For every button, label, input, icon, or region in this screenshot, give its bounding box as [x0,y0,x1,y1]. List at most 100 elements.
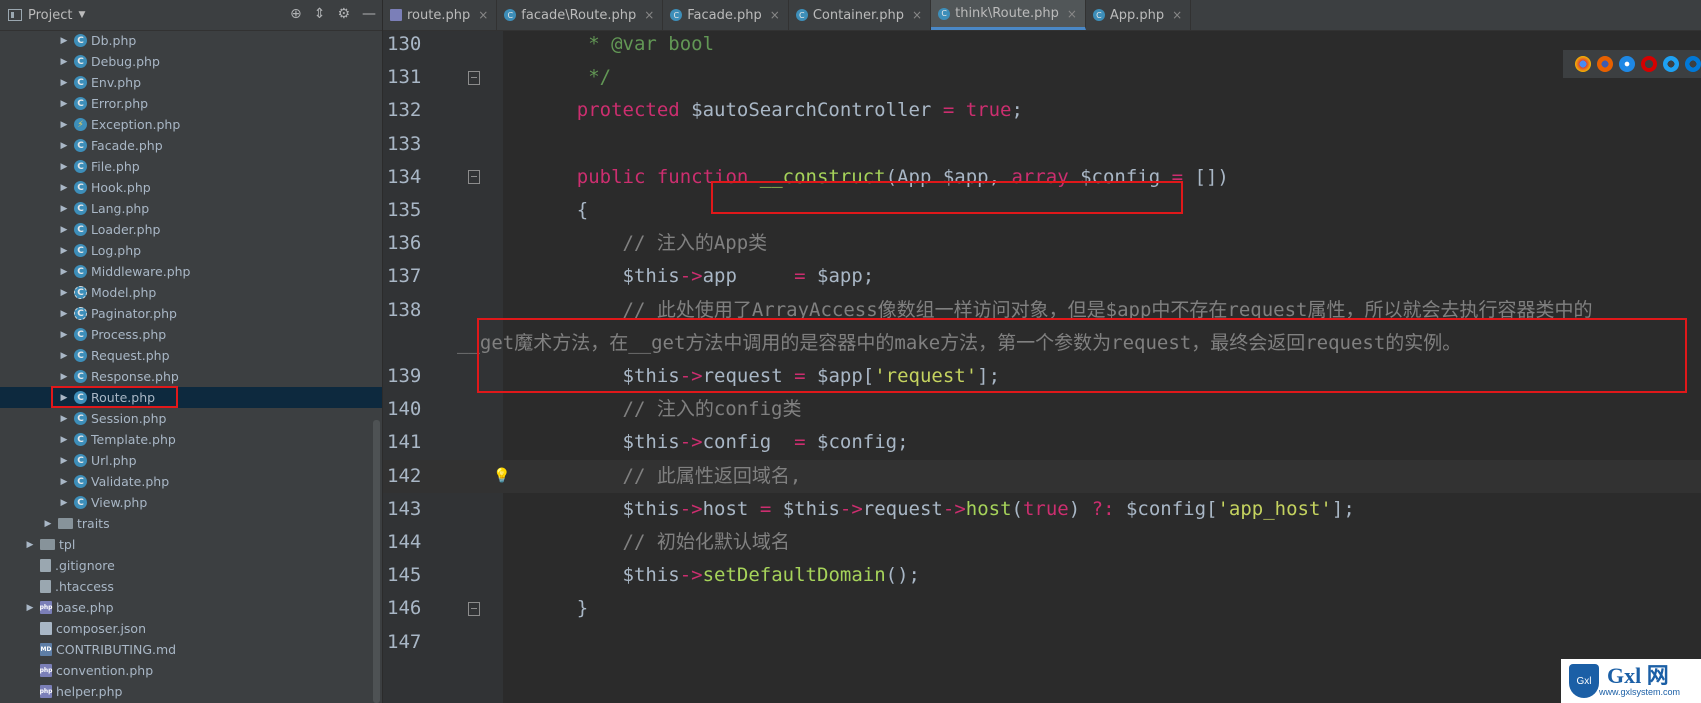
expand-arrow-icon[interactable]: ▶ [58,78,70,88]
chevron-down-icon[interactable]: ▼ [78,10,85,20]
code-line[interactable]: 136 // 注入的App类 [383,227,1701,260]
tree-item[interactable]: ▶ C Response.php [0,366,382,387]
expand-arrow-icon[interactable]: ▶ [24,540,36,550]
project-title[interactable]: Project [28,8,72,23]
expand-arrow-icon[interactable]: ▶ [58,36,70,46]
expand-arrow-icon[interactable]: ▶ [24,603,36,613]
code-line[interactable]: 143 $this->host = $this->request->host(t… [383,493,1701,526]
close-icon[interactable]: × [1172,8,1182,22]
lightbulb-icon[interactable]: 💡 [493,460,510,493]
code-line[interactable]: 138 // 此处使用了ArrayAccess像数组一样访问对象，但是$app中… [383,294,1701,327]
tree-item[interactable]: ▶ C Middleware.php [0,261,382,282]
tree-item[interactable]: ▶ C Db.php [0,30,382,51]
expand-arrow-icon[interactable]: ▶ [58,141,70,151]
editor-tab[interactable]: C Container.php × [789,0,932,30]
tree-item[interactable]: ▶ C Env.php [0,72,382,93]
tree-item[interactable]: ▶ C Log.php [0,240,382,261]
tree-item[interactable]: ▶ tpl [0,534,382,555]
tree-item[interactable]: ▶ C File.php [0,156,382,177]
tree-item[interactable]: ▶ C Process.php [0,324,382,345]
gear-icon[interactable]: ⚙ [337,6,350,22]
expand-arrow-icon[interactable]: ▶ [58,183,70,193]
expand-arrow-icon[interactable]: ▶ [58,498,70,508]
expand-arrow-icon[interactable]: ▶ [58,267,70,277]
opera-icon[interactable] [1641,56,1657,72]
editor-tab[interactable]: C Facade.php × [663,0,789,30]
project-scrollbar[interactable] [373,420,380,703]
code-line[interactable]: 141 $this->config = $config; [383,426,1701,459]
expand-arrow-icon[interactable]: ▶ [58,435,70,445]
close-icon[interactable]: × [912,8,922,22]
tree-item[interactable]: php helper.php [0,681,382,702]
editor-tab[interactable]: Cthink\Route.php × [931,0,1086,30]
expand-arrow-icon[interactable]: ▶ [58,330,70,340]
close-icon[interactable]: × [770,8,780,22]
close-icon[interactable]: × [644,8,654,22]
tree-item[interactable]: ▶ C Hook.php [0,177,382,198]
close-icon[interactable]: × [478,8,488,22]
code-line[interactable]: __get魔术方法，在__get方法中调用的是容器中的make方法，第一个参数为… [383,327,1701,360]
code-line[interactable]: 133 [383,128,1701,161]
tree-item[interactable]: ▶ C Url.php [0,450,382,471]
ie-icon[interactable] [1663,56,1679,72]
tree-item[interactable]: ▶ C Template.php [0,429,382,450]
expand-arrow-icon[interactable]: ▶ [58,456,70,466]
collapse-all-icon[interactable]: ⇕ [314,6,326,22]
expand-arrow-icon[interactable]: ▶ [58,309,70,319]
tree-item[interactable]: ▶ C Error.php [0,93,382,114]
code-line[interactable]: 130 * @var bool [383,31,1701,61]
editor-tab[interactable]: route.php × [383,0,498,30]
expand-arrow-icon[interactable]: ▶ [58,372,70,382]
code-line[interactable]: 131 */ [383,61,1701,94]
expand-arrow-icon[interactable]: ▶ [58,351,70,361]
tree-item[interactable]: ▶ C Lang.php [0,198,382,219]
firefox-icon[interactable] [1597,56,1613,72]
expand-arrow-icon[interactable]: ▶ [58,288,70,298]
fold-marker-icon[interactable] [468,70,480,85]
expand-arrow-icon[interactable]: ▶ [58,246,70,256]
fold-marker-icon[interactable] [468,601,480,616]
hide-icon[interactable]: — [362,6,376,22]
tree-item[interactable]: ▶ C Debug.php [0,51,382,72]
expand-arrow-icon[interactable]: ▶ [58,57,70,67]
code-editor[interactable]: 130 * @var bool 131 */132 protected $auto… [383,31,1701,703]
tree-item[interactable]: ▶ traits [0,513,382,534]
tree-item[interactable]: composer.json [0,618,382,639]
expand-arrow-icon[interactable]: ▶ [58,477,70,487]
expand-arrow-icon[interactable]: ▶ [58,120,70,130]
tree-item[interactable]: ▶ C Route.php [0,387,382,408]
tree-item[interactable]: ▶ C View.php [0,492,382,513]
tree-item[interactable]: ▶ php base.php [0,597,382,618]
project-header[interactable]: Project ▼ ⊕ ⇕ ⚙ — [0,0,382,31]
tree-item[interactable]: ▶ C Session.php [0,408,382,429]
expand-arrow-icon[interactable]: ▶ [58,393,70,403]
tree-item[interactable]: ▶ C Request.php [0,345,382,366]
tree-item[interactable]: ▶ C Loader.php [0,219,382,240]
code-line[interactable]: 147 [383,626,1701,659]
edge-icon[interactable] [1685,56,1701,72]
tree-item[interactable]: ▶ C Paginator.php [0,303,382,324]
tree-item[interactable]: php convention.php [0,660,382,681]
code-line[interactable]: 139 $this->request = $app['request']; [383,360,1701,393]
locate-icon[interactable]: ⊕ [290,6,302,22]
code-line[interactable]: 146 } [383,592,1701,625]
code-line[interactable]: 145 $this->setDefaultDomain(); [383,559,1701,592]
tree-item[interactable]: ▶ C Validate.php [0,471,382,492]
code-line[interactable]: 142 💡 // 此属性返回域名, [383,459,1701,493]
fold-marker-icon[interactable] [468,170,480,185]
code-line[interactable]: 140 // 注入的config类 [383,393,1701,426]
expand-arrow-icon[interactable]: ▶ [58,204,70,214]
code-line[interactable]: 134 public function __construct(App $app… [383,161,1701,194]
tree-item[interactable]: ▶ C Facade.php [0,135,382,156]
expand-arrow-icon[interactable]: ▶ [42,519,54,529]
chrome-icon[interactable] [1575,56,1591,72]
tree-item[interactable]: ▶ ⚡ Exception.php [0,114,382,135]
tree-item[interactable]: MD CONTRIBUTING.md [0,639,382,660]
code-line[interactable]: 132 protected $autoSearchController = tr… [383,94,1701,127]
expand-arrow-icon[interactable]: ▶ [58,99,70,109]
code-line[interactable]: 137 $this->app = $app; [383,260,1701,293]
code-line[interactable]: 135 { [383,194,1701,227]
safari-icon[interactable] [1619,56,1635,72]
tree-item[interactable]: .gitignore [0,555,382,576]
tree-item[interactable]: .htaccess [0,576,382,597]
